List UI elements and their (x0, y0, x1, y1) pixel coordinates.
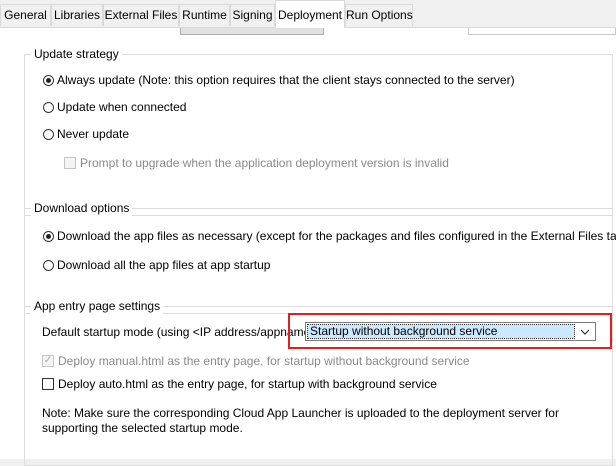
radio-label: Download the app files as necessary (exc… (57, 229, 616, 243)
tab-label: General (4, 8, 47, 22)
tab-bar: General Libraries External Files Runtime… (0, 0, 616, 28)
chevron-down-icon[interactable] (579, 326, 591, 338)
startup-note: Note: Make sure the corresponding Cloud … (42, 406, 559, 435)
radio-checked-icon[interactable] (43, 230, 54, 242)
startup-mode-text: Default startup mode (using <IP address/… (42, 325, 325, 339)
radio-update-when-connected[interactable]: Update when connected (43, 99, 186, 115)
radio-unchecked-icon[interactable] (43, 101, 54, 113)
radio-always-update[interactable]: Always update (Note: this option require… (43, 72, 515, 88)
tab-deployment[interactable]: Deployment (275, 0, 345, 28)
radio-download-as-necessary[interactable]: Download the app files as necessary (exc… (43, 228, 616, 244)
radio-label: Never update (57, 127, 130, 141)
checkbox-unchecked-icon[interactable] (64, 157, 76, 169)
scrolled-button-edge (180, 28, 324, 35)
checkbox-checked-icon[interactable] (42, 355, 54, 367)
radio-never-update[interactable]: Never update (43, 126, 129, 142)
tab-label: Signing (232, 8, 273, 22)
download-options-legend: Download options (31, 201, 133, 216)
tab-run-options[interactable]: Run Options (345, 4, 413, 26)
startup-mode-select[interactable]: Startup without background service (305, 322, 596, 341)
tab-label: Runtime (182, 8, 227, 22)
radio-unchecked-icon[interactable] (43, 128, 54, 140)
scrolled-field-edge (468, 28, 616, 35)
radio-download-all[interactable]: Download all the app files at app startu… (43, 257, 270, 273)
checkbox-label: Deploy manual.html as the entry page, fo… (58, 354, 470, 368)
checkbox-label: Prompt to upgrade when the application d… (80, 156, 449, 170)
radio-label: Download all the app files at app startu… (57, 258, 271, 272)
startup-mode-label: Default startup mode (using <IP address/… (42, 324, 325, 340)
radio-label: Update when connected (57, 100, 187, 114)
tab-runtime[interactable]: Runtime (179, 4, 230, 26)
checkbox-label: Deploy auto.html as the entry page, for … (58, 377, 437, 391)
radio-checked-icon[interactable] (43, 74, 54, 86)
checkbox-unchecked-icon[interactable] (42, 378, 54, 390)
tab-label: Run Options (346, 8, 413, 22)
tab-libraries[interactable]: Libraries (51, 4, 103, 26)
tab-external-files[interactable]: External Files (103, 4, 179, 26)
startup-mode-value: Startup without background service (310, 324, 498, 338)
checkbox-deploy-manual[interactable]: Deploy manual.html as the entry page, fo… (42, 353, 470, 369)
tab-general[interactable]: General (0, 4, 51, 26)
tab-label: Libraries (53, 8, 101, 22)
tab-label: External Files (104, 8, 178, 22)
tab-signing[interactable]: Signing (230, 4, 275, 26)
checkbox-deploy-auto[interactable]: Deploy auto.html as the entry page, for … (42, 376, 437, 392)
update-strategy-legend: Update strategy (31, 47, 122, 62)
radio-unchecked-icon[interactable] (43, 259, 54, 271)
radio-label: Always update (Note: this option require… (57, 73, 515, 87)
tab-label: Deployment (277, 8, 343, 22)
startup-mode-selected-value: Startup without background service (307, 324, 575, 339)
entry-page-legend: App entry page settings (31, 299, 164, 314)
checkbox-prompt-upgrade[interactable]: Prompt to upgrade when the application d… (64, 155, 449, 171)
